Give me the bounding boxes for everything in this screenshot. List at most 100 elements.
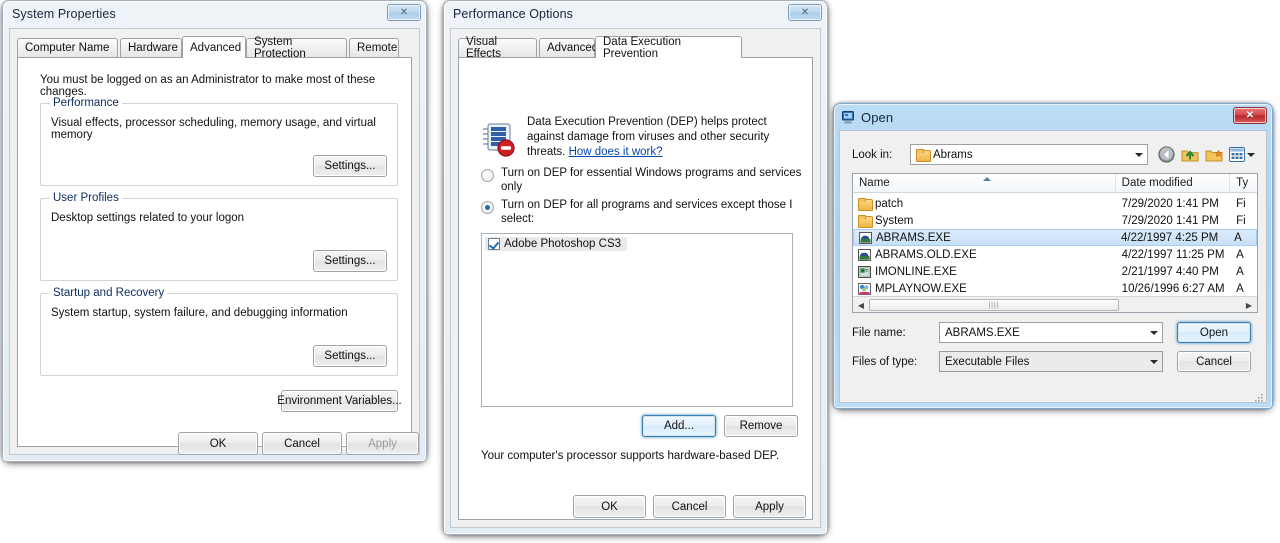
dep-exception-listbox[interactable]: Adobe Photoshop CS3 [481, 233, 793, 407]
column-header-type[interactable]: Ty [1230, 174, 1257, 192]
window-title: Open [861, 109, 894, 125]
file-type: A [1236, 282, 1244, 295]
how-does-it-work-link[interactable]: How does it work? [569, 146, 663, 158]
sysprops-ok-button[interactable]: OK [178, 432, 258, 455]
tab-visual-effects[interactable]: Visual Effects [458, 36, 537, 60]
user-profiles-settings-button[interactable]: Settings... [313, 250, 387, 272]
folder-icon [858, 198, 873, 211]
perfopts-cancel-button[interactable]: Cancel [653, 495, 726, 518]
startup-recovery-settings-button[interactable]: Settings... [313, 345, 387, 367]
environment-variables-button[interactable]: Environment Variables... [277, 390, 402, 412]
system-properties-titlebar[interactable]: System Properties ✕ [2, 0, 427, 28]
system-properties-window[interactable]: System Properties ✕ Computer Name Hardwa… [2, 0, 427, 462]
tab-advanced[interactable]: Advanced [539, 38, 598, 57]
scrollbar-thumb[interactable]: |||| [869, 299, 1119, 311]
sysprops-cancel-button[interactable]: Cancel [262, 432, 342, 455]
file-name-value: ABRAMS.EXE [945, 326, 1020, 339]
folder-icon [916, 149, 931, 162]
close-icon[interactable]: ✕ [1233, 107, 1267, 124]
horizontal-scrollbar[interactable]: ◀ |||| ▶ [853, 296, 1257, 312]
table-row[interactable]: MPLAYNOW.EXE 10/26/1996 6:27 AM A [853, 280, 1257, 296]
chevron-down-icon[interactable] [1247, 152, 1255, 157]
table-row[interactable]: ABRAMS.EXE 4/22/1997 4:25 PM A [853, 229, 1257, 246]
dep-intro-line-2: against damage from viruses and other se… [527, 131, 770, 143]
views-icon[interactable] [1229, 145, 1257, 164]
tab-data-execution-prevention[interactable]: Data Execution Prevention [595, 36, 742, 60]
open-button[interactable]: Open [1177, 322, 1251, 343]
performance-settings-button[interactable]: Settings... [313, 155, 387, 177]
files-of-type-label: Files of type: [852, 356, 918, 368]
window-app-icon [858, 265, 871, 278]
table-row[interactable]: patch 7/29/2020 1:41 PM Fi [853, 195, 1257, 212]
sysprops-apply-button: Apply [346, 432, 419, 455]
file-type: A [1236, 248, 1244, 261]
performance-options-window[interactable]: Performance Options ✕ Visual Effects Adv… [443, 0, 828, 535]
file-name: MPLAYNOW.EXE [875, 282, 967, 295]
list-item[interactable]: Adobe Photoshop CS3 [485, 237, 628, 251]
chevron-down-icon[interactable] [1145, 352, 1162, 371]
radio-dep-essential-only[interactable] [481, 169, 494, 182]
perfopts-ok-button[interactable]: OK [573, 495, 646, 518]
chevron-down-icon[interactable] [1130, 145, 1147, 164]
new-folder-icon[interactable] [1204, 145, 1224, 164]
look-in-value: Abrams [933, 148, 973, 161]
file-name: patch [875, 197, 904, 210]
desktop-root: System Properties ✕ Computer Name Hardwa… [0, 0, 1280, 543]
media-app-icon [858, 282, 871, 295]
file-name: ABRAMS.OLD.EXE [875, 248, 977, 261]
column-header-date-modified[interactable]: Date modified [1116, 174, 1231, 192]
file-name: System [875, 214, 914, 227]
open-dialog-titlebar[interactable]: Open ✕ [833, 103, 1273, 131]
file-name-input[interactable]: ABRAMS.EXE [939, 322, 1163, 343]
table-row[interactable]: ABRAMS.OLD.EXE 4/22/1997 11:25 PM A [853, 246, 1257, 263]
performance-options-client: Visual Effects Advanced Data Execution P… [450, 28, 821, 528]
file-type: Fi [1236, 197, 1246, 210]
radio-dep-all-except-label-line2: select: [501, 213, 535, 225]
system-properties-tabstrip: Computer Name Hardware Advanced System P… [17, 36, 419, 60]
column-header-name[interactable]: Name [853, 174, 1116, 192]
scroll-right-icon[interactable]: ▶ [1242, 298, 1256, 312]
tab-remote[interactable]: Remote [349, 38, 399, 57]
window-title: System Properties [12, 7, 116, 21]
perfopts-apply-button[interactable]: Apply [733, 495, 806, 518]
dep-add-button[interactable]: Add... [642, 415, 716, 437]
dep-support-note: Your computer's processor supports hardw… [481, 450, 780, 462]
close-icon[interactable]: ✕ [387, 4, 421, 21]
tab-system-protection[interactable]: System Protection [246, 36, 347, 60]
scroll-left-icon[interactable]: ◀ [854, 298, 868, 312]
performance-options-titlebar[interactable]: Performance Options ✕ [443, 0, 828, 28]
radio-dep-all-except[interactable] [481, 201, 494, 214]
dep-intro-line-3-text: threats. [527, 146, 569, 158]
back-icon[interactable] [1156, 145, 1176, 164]
user-profiles-group-legend: User Profiles [50, 192, 122, 204]
checkbox-icon[interactable] [488, 238, 500, 250]
resize-grip-icon[interactable] [1254, 390, 1264, 402]
tab-advanced[interactable]: Advanced [182, 36, 246, 58]
file-type: A [1234, 231, 1242, 244]
table-row[interactable]: System 7/29/2020 1:41 PM Fi [853, 212, 1257, 229]
close-icon[interactable]: ✕ [788, 4, 822, 21]
chevron-down-icon[interactable] [1145, 323, 1162, 342]
performance-group-text: Visual effects, processor scheduling, me… [51, 117, 376, 141]
open-dialog-window[interactable]: Open ✕ Look in: Abrams Name Date modifie… [833, 103, 1273, 409]
file-list-header: Name Date modified Ty [853, 174, 1257, 193]
performance-options-tabstrip: Visual Effects Advanced Data Execution P… [458, 36, 820, 60]
user-profiles-group: User Profiles Desktop settings related t… [40, 192, 398, 281]
dep-intro-line-3: threats. How does it work? [527, 146, 663, 158]
tank-app-icon [859, 231, 872, 244]
file-date: 7/29/2020 1:41 PM [1121, 214, 1219, 227]
table-row[interactable]: IMONLINE.EXE 2/21/1997 4:40 PM A [853, 263, 1257, 280]
performance-group-legend: Performance [50, 97, 122, 109]
radio-dep-essential-only-label-line2: only [501, 181, 523, 193]
file-date: 4/22/1997 11:25 PM [1121, 248, 1225, 261]
file-list[interactable]: Name Date modified Ty patch 7/29/2020 1:… [852, 173, 1258, 313]
folder-icon [858, 215, 873, 228]
tab-computer-name[interactable]: Computer Name [17, 38, 118, 57]
files-of-type-combo[interactable]: Executable Files [939, 351, 1163, 372]
look-in-combo[interactable]: Abrams [910, 144, 1148, 165]
tab-hardware[interactable]: Hardware [120, 38, 182, 57]
startup-recovery-group: Startup and Recovery System startup, sys… [40, 287, 398, 376]
cancel-button[interactable]: Cancel [1177, 351, 1251, 372]
up-folder-icon[interactable] [1180, 145, 1200, 164]
dep-remove-button[interactable]: Remove [724, 415, 798, 437]
